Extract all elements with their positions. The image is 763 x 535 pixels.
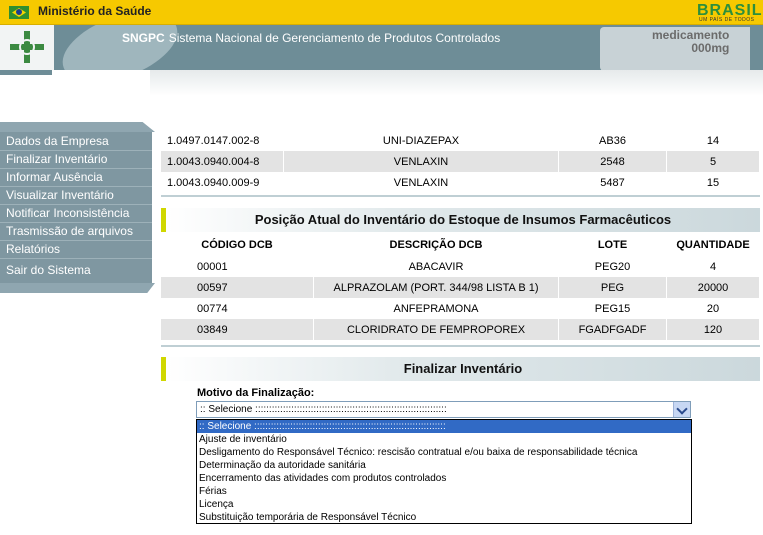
sidebar-item-visualizar-inventario[interactable]: Visualizar Inventário — [0, 187, 152, 205]
system-abbr: SNGPC — [122, 31, 165, 45]
sidebar-foot — [0, 283, 155, 293]
sidebar-item-relatorios[interactable]: Relatórios — [0, 241, 152, 259]
cell-codigo: 03849 — [161, 319, 314, 340]
sidebar-item-transmissao-arquivos[interactable]: Trasmissão de arquivos — [0, 223, 152, 241]
cell-codigo: 00001 — [161, 256, 314, 277]
insumos-section-header: Posição Atual do Inventário do Estoque d… — [161, 208, 760, 232]
cell-quantidade: 14 — [666, 130, 760, 151]
cell-lote: 5487 — [558, 172, 667, 193]
section-separator — [161, 345, 760, 347]
table-row: 1.0043.0940.004-8 VENLAXIN 2548 5 — [161, 151, 760, 172]
sidebar-item-finalizar-inventario[interactable]: Finalizar Inventário — [0, 151, 152, 169]
cross-logo-icon — [10, 31, 44, 63]
insumos-title: Posição Atual do Inventário do Estoque d… — [254, 212, 672, 227]
cell-quantidade: 4 — [666, 256, 760, 277]
table-row: 00774 ANFEPRAMONA PEG15 20 — [161, 298, 760, 319]
cell-descricao: CLORIDRATO DE FEMPROPOREX — [313, 319, 559, 340]
motivo-label: Motivo da Finalização: — [197, 387, 315, 399]
cell-lote: PEG — [558, 277, 667, 298]
table-header-row: CÓDIGO DCB DESCRIÇÃO DCB LOTE QUANTIDADE — [161, 234, 760, 256]
medicamentos-table: 1.0497.0147.002-8 UNI-DIAZEPAX AB36 14 1… — [161, 130, 760, 193]
gov-bar: Ministério da Saúde BRASIL UM PAÍS DE TO… — [0, 0, 763, 25]
sidebar-item-sair[interactable]: Sair do Sistema — [0, 262, 152, 279]
sngpc-logo — [0, 25, 54, 70]
cell-codigo: 1.0497.0147.002-8 — [161, 130, 284, 151]
pill-label-line2: 000mg — [691, 41, 730, 55]
cell-quantidade: 120 — [666, 319, 760, 340]
dropdown-option[interactable]: :: Selecione :::::::::::::::::::::::::::… — [197, 420, 691, 433]
table-row: 1.0497.0147.002-8 UNI-DIAZEPAX AB36 14 — [161, 130, 760, 151]
brasil-tagline: UM PAÍS DE TODOS — [699, 17, 755, 23]
sidebar-item-notificar-inconsistencia[interactable]: Notificar Inconsistência — [0, 205, 152, 223]
motivo-dropdown-list[interactable]: :: Selecione :::::::::::::::::::::::::::… — [196, 419, 692, 524]
cell-quantidade: 20000 — [666, 277, 760, 298]
cell-quantidade: 15 — [666, 172, 760, 193]
cell-descricao: VENLAXIN — [283, 172, 559, 193]
cell-codigo: 1.0043.0940.004-8 — [161, 151, 284, 172]
cell-descricao: ABACAVIR — [313, 256, 559, 277]
sidebar-item-dados-empresa[interactable]: Dados da Empresa — [0, 133, 152, 151]
motivo-select-value: :: Selecione :::::::::::::::::::::::::::… — [200, 404, 447, 415]
dropdown-option[interactable]: Encerramento das atividades com produtos… — [197, 472, 691, 485]
header-banner: SNGPC Sistema Nacional de Gerenciamento d… — [0, 25, 763, 70]
system-title: SNGPC Sistema Nacional de Gerenciamento d… — [122, 31, 500, 45]
cell-descricao: ANFEPRAMONA — [313, 298, 559, 319]
dropdown-option[interactable]: Ajuste de inventário — [197, 433, 691, 446]
cell-lote: 2548 — [558, 151, 667, 172]
cell-lote: PEG20 — [558, 256, 667, 277]
header-descricao[interactable]: DESCRIÇÃO DCB — [313, 234, 559, 256]
finalizar-title: Finalizar Inventário — [403, 361, 523, 376]
motivo-select[interactable]: :: Selecione :::::::::::::::::::::::::::… — [196, 401, 691, 418]
header-quantidade[interactable]: QUANTIDADE — [666, 234, 760, 256]
header-lote[interactable]: LOTE — [558, 234, 667, 256]
table-row: 00001 ABACAVIR PEG20 4 — [161, 256, 760, 277]
cell-codigo: 00597 — [161, 277, 314, 298]
cell-codigo: 1.0043.0940.009-9 — [161, 172, 284, 193]
cell-codigo: 00774 — [161, 298, 314, 319]
cell-lote: AB36 — [558, 130, 667, 151]
dropdown-option[interactable]: Determinação da autoridade sanitária — [197, 459, 691, 472]
dropdown-option[interactable]: Desligamento do Responsável Técnico: res… — [197, 446, 691, 459]
header-underbar — [0, 70, 763, 96]
chevron-down-icon[interactable] — [673, 402, 690, 417]
table-row: 00597 ALPRAZOLAM (PORT. 344/98 LISTA B 1… — [161, 277, 760, 298]
dropdown-option[interactable]: Substituição temporária de Responsável T… — [197, 511, 691, 523]
section-separator — [161, 195, 760, 197]
cell-quantidade: 20 — [666, 298, 760, 319]
cell-descricao: ALPRAZOLAM (PORT. 344/98 LISTA B 1) — [313, 277, 559, 298]
sidebar-item-informar-ausencia[interactable]: Informar Ausência — [0, 169, 152, 187]
brazil-flag-icon — [9, 6, 29, 19]
pill-label: medicamento 000mg — [652, 29, 729, 55]
cell-descricao: VENLAXIN — [283, 151, 559, 172]
table-row: 03849 CLORIDRATO DE FEMPROPOREX FGADFGAD… — [161, 319, 760, 340]
finalizar-section-header: Finalizar Inventário — [161, 357, 760, 381]
insumos-table: CÓDIGO DCB DESCRIÇÃO DCB LOTE QUANTIDADE… — [161, 234, 760, 340]
sidebar-cap — [0, 122, 155, 132]
cell-lote: FGADFGADF — [558, 319, 667, 340]
cell-descricao: UNI-DIAZEPAX — [283, 130, 559, 151]
header-codigo[interactable]: CÓDIGO DCB — [161, 234, 314, 256]
cell-quantidade: 5 — [666, 151, 760, 172]
cell-lote: PEG15 — [558, 298, 667, 319]
sidebar: Dados da Empresa Finalizar Inventário In… — [0, 122, 155, 293]
brasil-logo[interactable]: BRASIL UM PAÍS DE TODOS — [697, 2, 762, 23]
sidebar-menu: Dados da Empresa Finalizar Inventário In… — [0, 132, 152, 283]
ministry-title[interactable]: Ministério da Saúde — [38, 4, 151, 18]
dropdown-option[interactable]: Férias — [197, 485, 691, 498]
system-name: Sistema Nacional de Gerenciamento de Pro… — [168, 31, 501, 45]
table-row: 1.0043.0940.009-9 VENLAXIN 5487 15 — [161, 172, 760, 193]
dropdown-option[interactable]: Licença — [197, 498, 691, 511]
